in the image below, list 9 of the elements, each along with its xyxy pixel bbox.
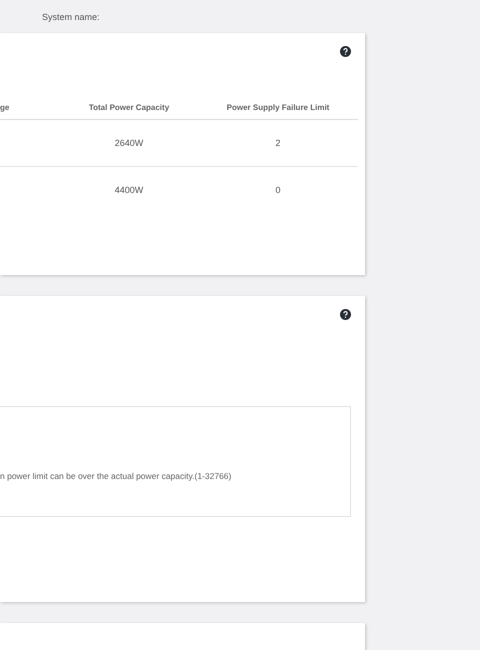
table-cell-text: 2640W [114, 138, 144, 148]
column-header: ge [0, 102, 10, 112]
table-cell-text: 4400W [114, 185, 144, 195]
system-name-label: System name: [42, 12, 100, 22]
power-limit-note: n power limit can be over the actual power capacity.(1-32766) [0, 471, 232, 481]
table-cell-text: 2 [274, 138, 282, 148]
column-header: Power Supply Failure Limit [226, 102, 330, 112]
column-header: Total Power Capacity [88, 102, 170, 112]
table-cell-text: 0 [274, 185, 282, 195]
